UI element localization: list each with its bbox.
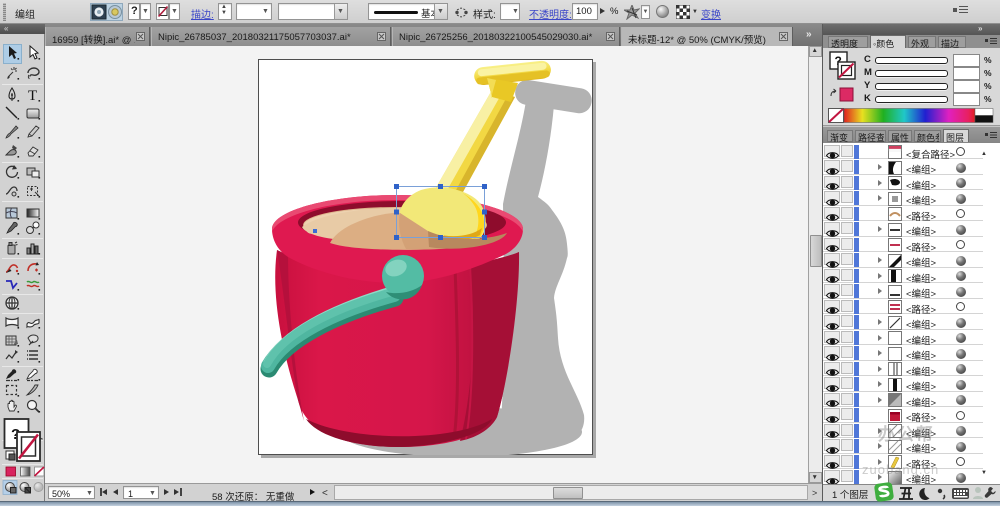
svg-text:T: T: [28, 88, 37, 104]
